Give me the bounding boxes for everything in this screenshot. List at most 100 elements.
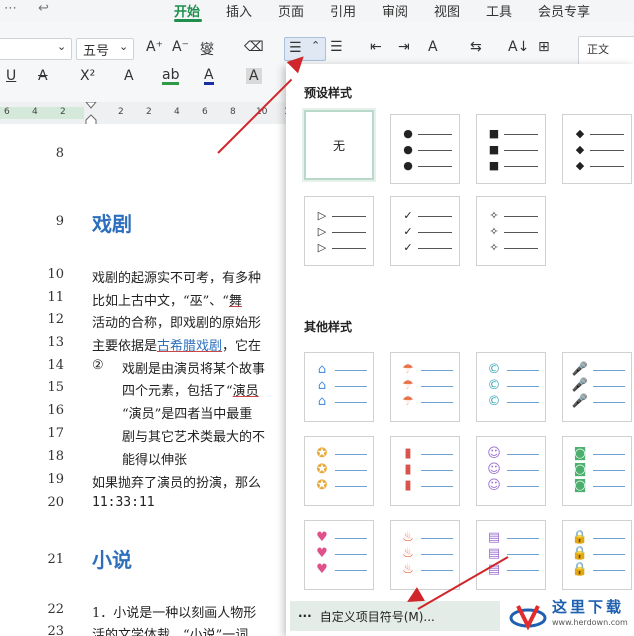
document-page[interactable]: 8 9 戏剧 10 戏剧的起源实不可考，有多种 11 比如上古中文，“巫”、“舞… xyxy=(0,124,288,636)
bullet-style-bookmark[interactable]: ▤ ▤ ▤ xyxy=(476,520,546,590)
highlight-icon[interactable]: ab xyxy=(162,68,180,85)
check-badge-icon: ✪ xyxy=(316,446,328,461)
text-direction-icon[interactable]: ⇆ xyxy=(470,39,482,55)
bullet-style-diamond[interactable]: ◆ ◆ ◆ xyxy=(562,114,632,184)
tab-view[interactable]: 视图 xyxy=(434,1,460,20)
tab-page[interactable]: 页面 xyxy=(278,1,304,20)
font-name-select[interactable]: ⌄ xyxy=(0,38,72,60)
ruler-margin xyxy=(0,107,84,119)
ruler-number: 2 xyxy=(60,107,66,117)
increase-indent-icon[interactable]: ⇥ xyxy=(398,39,410,55)
triangle-bullet-icon: ▷ xyxy=(317,241,327,254)
indent-marker[interactable] xyxy=(85,102,97,126)
triangle-bullet-icon: ▷ xyxy=(317,209,327,222)
numbered-list-icon[interactable]: ☰ xyxy=(330,39,343,55)
phonetic-guide-icon[interactable]: 燮 xyxy=(200,39,214,59)
umbrella-icon: ☂ xyxy=(402,362,414,377)
paragraph-line: 戏剧的起源实不可考，有多种 xyxy=(92,271,262,286)
battery-icon: ▮ xyxy=(404,478,412,493)
watermark-emblem-icon xyxy=(509,605,547,631)
bullet-style-circle[interactable]: ● ● ● xyxy=(390,114,460,184)
umbrella-icon: ☂ xyxy=(402,378,414,393)
square-bullet-icon: ■ xyxy=(488,127,500,140)
smiley-icon: ☺ xyxy=(487,478,501,493)
microphone-icon: 🎤 xyxy=(571,362,589,377)
hyperlink-text[interactable]: 古希腊戏剧 xyxy=(157,339,222,354)
font-color-icon[interactable]: A xyxy=(204,68,214,85)
lock-icon: 🔒 xyxy=(571,546,589,561)
lock-icon: 🔒 xyxy=(571,530,589,545)
chevron-down-icon: ⌄ xyxy=(57,40,67,53)
tab-tools[interactable]: 工具 xyxy=(486,1,512,20)
check-bullet-icon: ✓ xyxy=(403,209,413,222)
flame-icon: ♨ xyxy=(402,546,414,561)
more-dots-icon: ··· xyxy=(298,609,312,623)
tab-insert[interactable]: 插入 xyxy=(226,1,252,20)
bullet-style-star[interactable]: ✧ ✧ ✧ xyxy=(476,196,546,266)
watermark-url: www.herdown.com xyxy=(552,618,628,627)
heading-novel: 小说 xyxy=(92,548,132,572)
bullet-style-microphone[interactable]: 🎤 🎤 🎤 xyxy=(562,352,632,422)
paragraph-line: 活的文学体裁，“小说”一词 xyxy=(92,628,249,636)
tab-review[interactable]: 审阅 xyxy=(382,1,408,20)
square-bullet-icon: ■ xyxy=(488,143,500,156)
ruler-number: 6 xyxy=(202,107,208,117)
none-label: 无 xyxy=(332,138,345,153)
grow-font-icon[interactable]: A⁺ xyxy=(146,39,163,55)
text-effect-icon[interactable]: A xyxy=(428,39,438,55)
battery-icon: ▮ xyxy=(404,446,412,461)
superscript-icon[interactable]: X² xyxy=(80,68,95,84)
more-icon[interactable]: ⋯ xyxy=(4,1,17,16)
strikethrough-icon[interactable]: A xyxy=(38,68,48,84)
bullet-style-camera[interactable]: ◙ ◙ ◙ xyxy=(562,436,632,506)
clear-format-icon[interactable]: ⌫ xyxy=(244,39,264,55)
tab-references[interactable]: 引用 xyxy=(330,1,356,20)
watermark-text: 这里下载 xyxy=(552,598,625,616)
microphone-icon: 🎤 xyxy=(571,394,589,409)
text-outline-icon[interactable]: A xyxy=(124,68,134,84)
bullet-style-smiley[interactable]: ☺ ☺ ☺ xyxy=(476,436,546,506)
tab-home[interactable]: 开始 xyxy=(174,1,200,20)
copyright-icon: © xyxy=(487,362,501,377)
char-shading-icon[interactable]: A xyxy=(246,68,262,84)
line-number: 16 xyxy=(47,403,64,418)
copyright-icon: © xyxy=(487,394,501,409)
font-size-select[interactable]: 五号 ⌄ xyxy=(76,38,134,60)
shrink-font-icon[interactable]: A⁻ xyxy=(172,39,189,55)
bullet-style-copyright[interactable]: © © © xyxy=(476,352,546,422)
bullet-style-house[interactable]: ⌂ ⌂ ⌂ xyxy=(304,352,374,422)
line-number: 14 xyxy=(47,358,64,373)
heart-icon: ♥ xyxy=(316,530,328,545)
house-icon: ⌂ xyxy=(317,362,327,377)
smiley-icon: ☺ xyxy=(487,446,501,461)
bullet-style-check[interactable]: ✓ ✓ ✓ xyxy=(390,196,460,266)
bullet-style-heart[interactable]: ♥ ♥ ♥ xyxy=(304,520,374,590)
circle-bullet-icon: ● xyxy=(403,127,413,140)
ruler-number: 2 xyxy=(118,107,124,117)
bullet-style-square[interactable]: ■ ■ ■ xyxy=(476,114,546,184)
bullet-style-umbrella[interactable]: ☂ ☂ ☂ xyxy=(390,352,460,422)
line-number: 9 xyxy=(55,214,64,229)
bullet-style-arrow[interactable]: ▷ ▷ ▷ xyxy=(304,196,374,266)
tab-member[interactable]: 会员专享 xyxy=(538,1,590,20)
undo-icon[interactable]: ↩ xyxy=(38,1,49,16)
bullet-style-flame[interactable]: ♨ ♨ ♨ xyxy=(390,520,460,590)
table-border-icon[interactable]: ⊞ xyxy=(538,39,550,55)
bullet-style-lock[interactable]: 🔒 🔒 🔒 xyxy=(562,520,632,590)
bullet-style-check-badge[interactable]: ✪ ✪ ✪ xyxy=(304,436,374,506)
sort-icon[interactable]: A↓ xyxy=(508,39,529,55)
camera-icon: ◙ xyxy=(573,478,587,493)
paragraph-line: 戏剧是由演员将某个故事 xyxy=(122,362,266,377)
bullet-style-none[interactable]: 无 xyxy=(304,110,374,180)
list-marker: ② xyxy=(92,358,104,373)
check-bullet-icon: ✓ xyxy=(403,241,413,254)
paragraph-line: “演员”是四者当中最重 xyxy=(122,407,253,422)
ruler: 6 4 2 2 2 4 6 8 10 12 xyxy=(0,102,295,126)
custom-bullet-menu-item[interactable]: ··· 自定义项目符号(M)... xyxy=(290,601,500,631)
line-number: 18 xyxy=(47,449,64,464)
bullet-style-battery[interactable]: ▮ ▮ ▮ xyxy=(390,436,460,506)
star-bullet-icon: ✧ xyxy=(489,225,499,238)
underline-icon[interactable]: U xyxy=(6,68,16,84)
line-number: 10 xyxy=(47,267,64,282)
decrease-indent-icon[interactable]: ⇤ xyxy=(370,39,382,55)
